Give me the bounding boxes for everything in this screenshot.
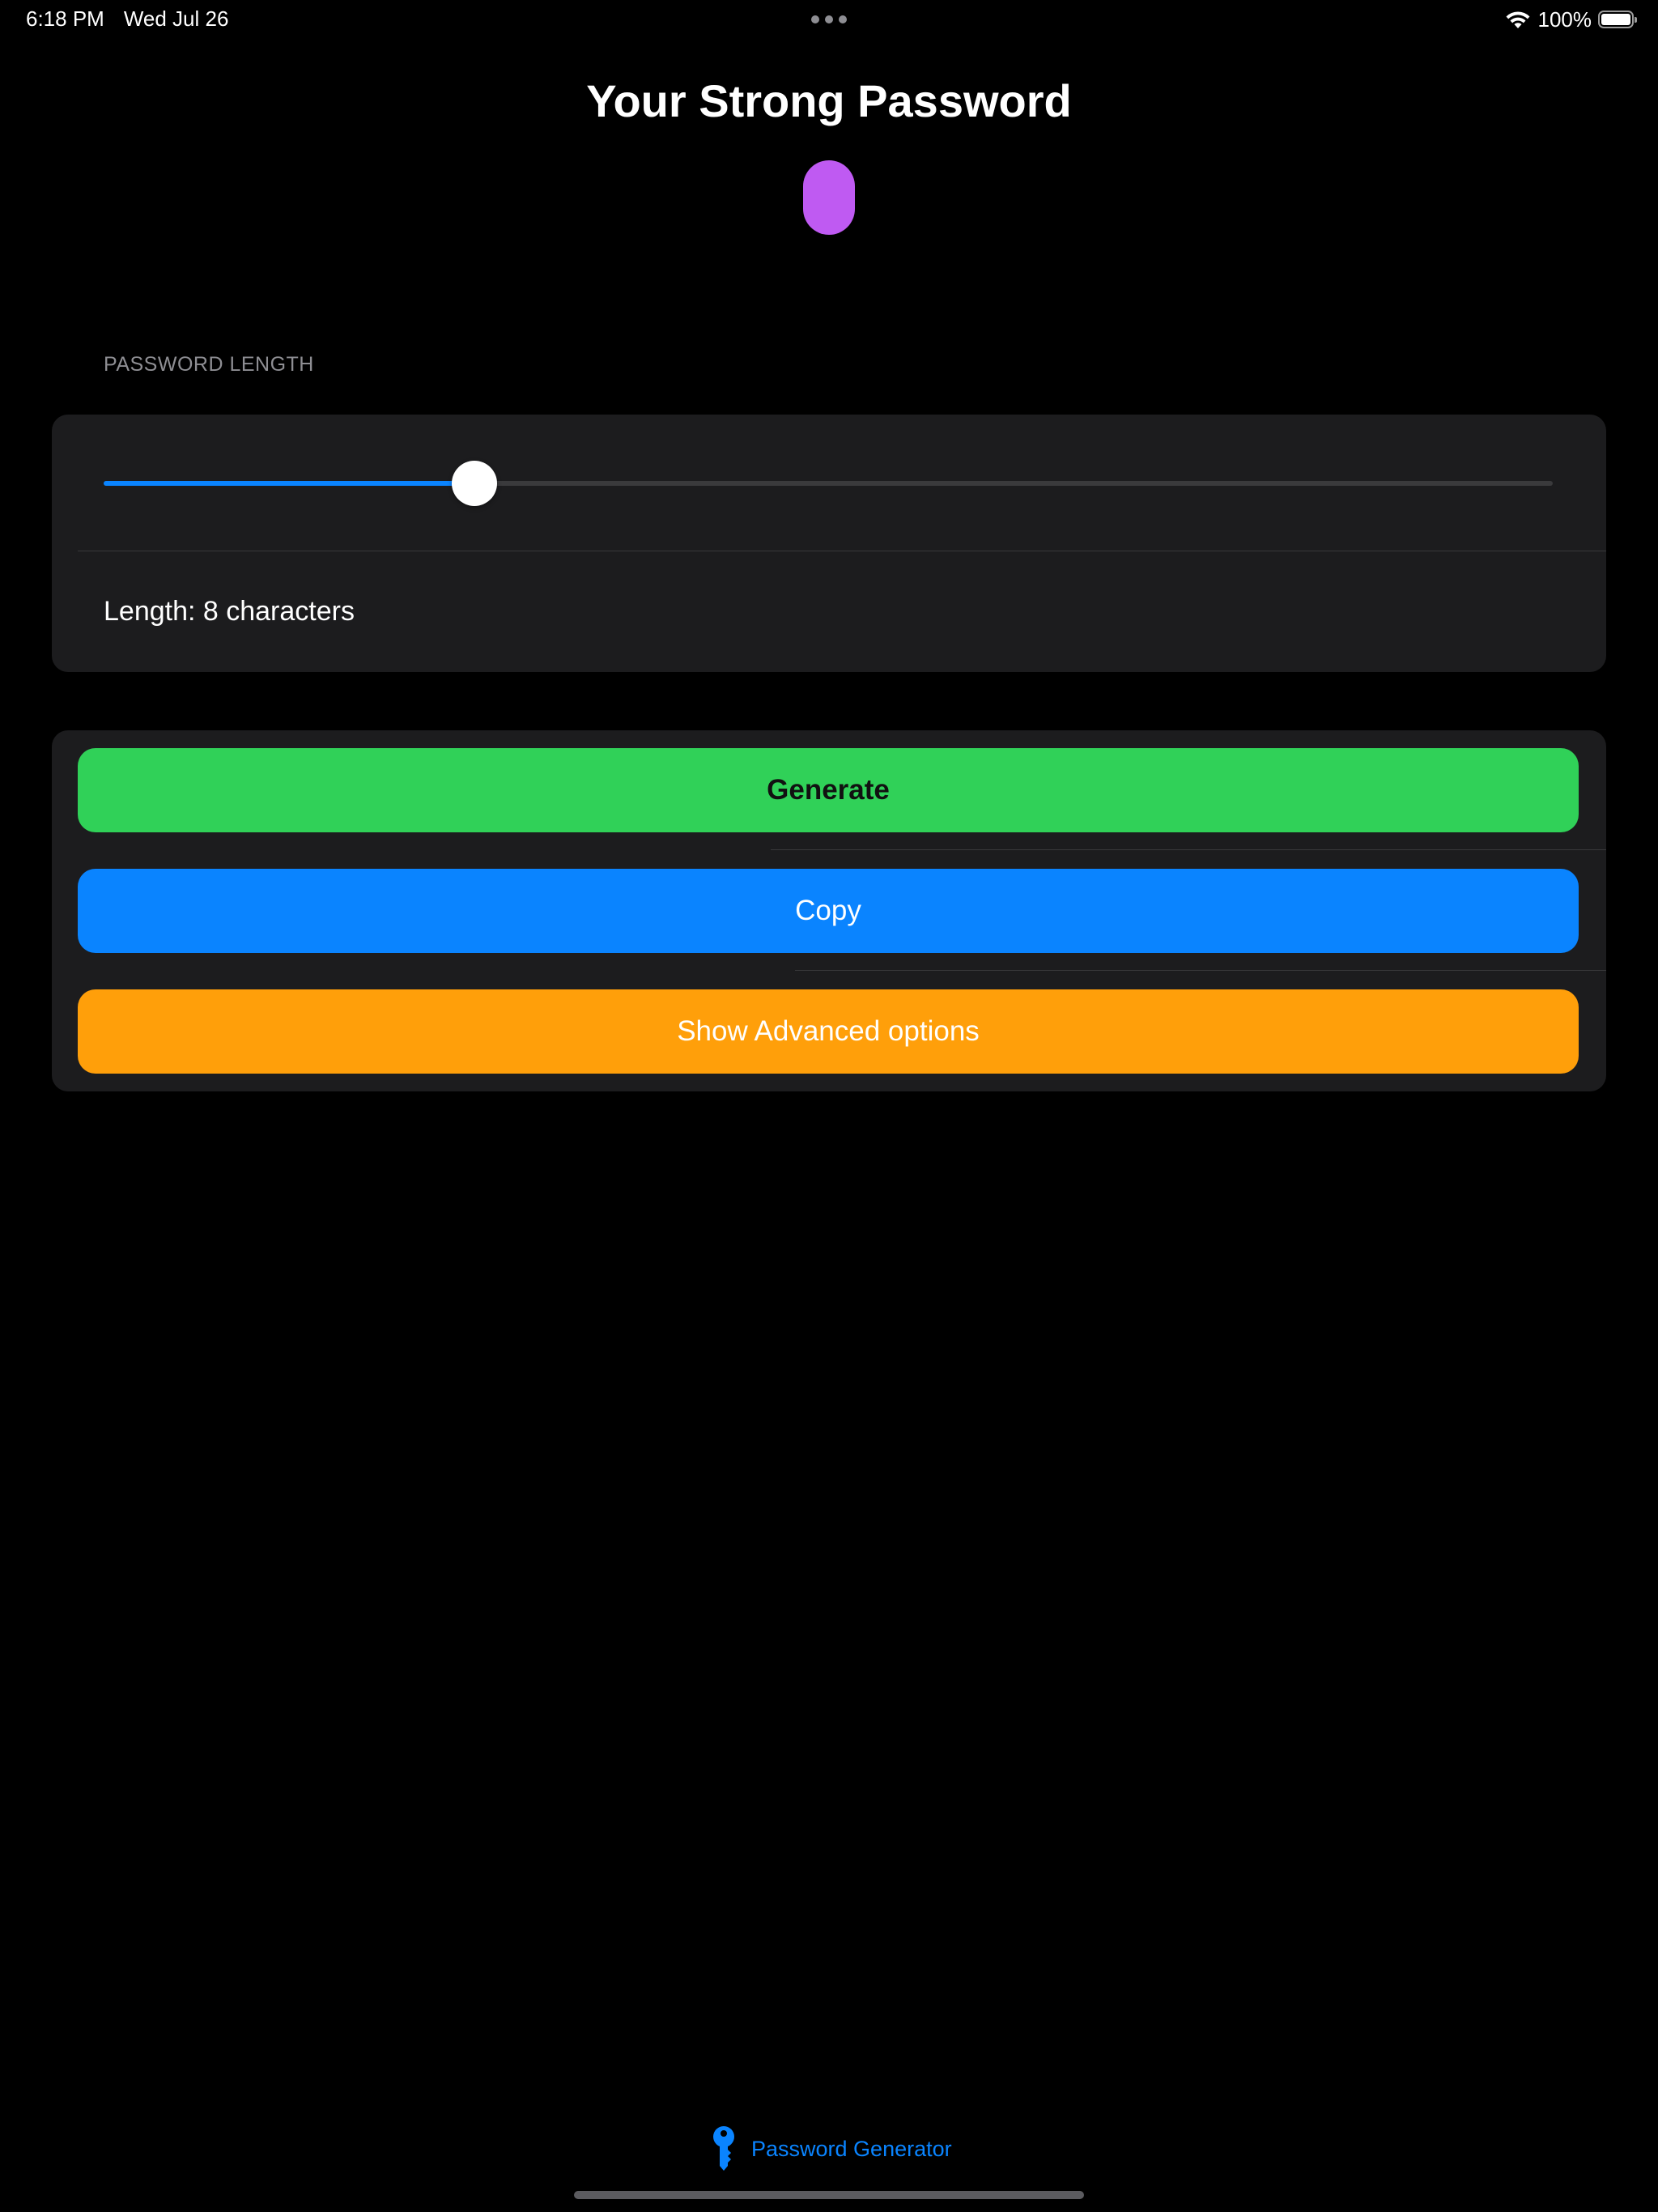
status-date: Wed Jul 26 (123, 6, 229, 31)
status-bar-right: 100% (1504, 6, 1637, 32)
divider (771, 849, 1606, 850)
length-slider[interactable] (104, 461, 1553, 506)
slider-thumb[interactable] (452, 461, 498, 506)
length-card (52, 415, 1606, 672)
divider (795, 970, 1606, 971)
screen: 6:18 PM Wed Jul 26 100% Your Strong Passw… (0, 0, 1658, 2212)
generate-button[interactable]: Generate (78, 748, 1579, 832)
status-bar-left: 6:18 PM Wed Jul 26 (26, 6, 248, 32)
page-title: Your Strong Password (586, 75, 1072, 126)
tab-label: Password Generator (751, 2136, 952, 2161)
wifi-icon (1506, 11, 1529, 28)
multitasking-dots-icon[interactable] (811, 15, 847, 23)
battery-icon (1598, 11, 1637, 28)
show-advanced-options-button[interactable]: Show Advanced options (78, 989, 1579, 1074)
slider-fill (104, 481, 475, 486)
copy-button[interactable]: Copy (78, 869, 1579, 953)
password-display (803, 160, 855, 235)
section-header-password-length: PASSWORD LENGTH (104, 353, 314, 376)
status-time: 6:18 PM (26, 6, 104, 31)
home-indicator[interactable] (574, 2191, 1084, 2199)
tab-password-generator[interactable]: Password Generator (708, 2125, 952, 2173)
key-icon (713, 2126, 734, 2171)
length-label: Length: 8 characters (104, 596, 355, 627)
battery-percent: 100% (1537, 6, 1592, 32)
